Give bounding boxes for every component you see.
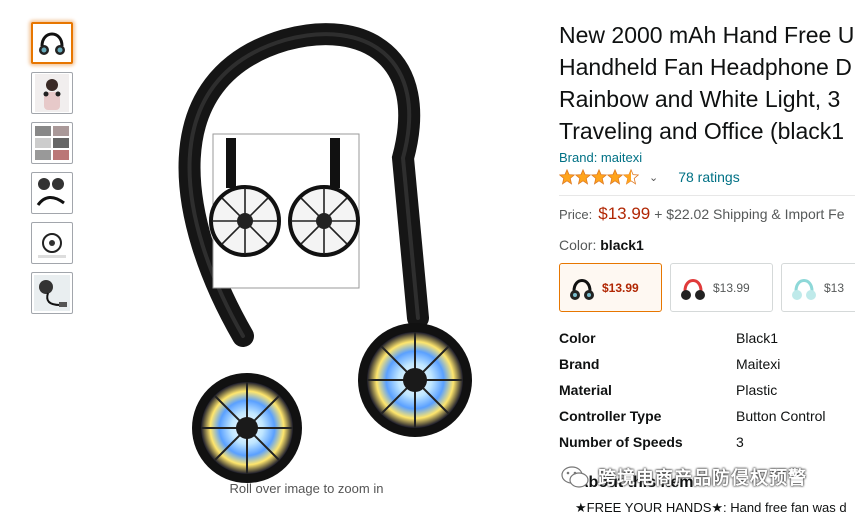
title-line: Rainbow and White Light, 3: [559, 86, 841, 112]
red-fan-swatch-icon: [681, 278, 705, 300]
spec-row: Brand Maitexi: [559, 351, 855, 377]
wechat-logo-icon: [561, 466, 589, 488]
spec-row: Color Black1: [559, 325, 855, 351]
product-title: New 2000 mAh Hand Free U Handheld Fan He…: [559, 19, 855, 147]
spec-value: 3: [736, 434, 744, 450]
price-label: Price:: [559, 207, 593, 222]
black-fan-swatch-icon: [570, 278, 594, 300]
rating-row: ⌄ 78 ratings: [559, 167, 740, 187]
swatch-price: $13.99: [713, 280, 750, 295]
product-info: New 2000 mAh Hand Free U Handheld Fan He…: [559, 0, 855, 515]
star-full-icon: [591, 169, 607, 185]
thumbnail-2[interactable]: [31, 72, 73, 114]
spec-key: Material: [559, 382, 612, 398]
swatch-price: $13.99: [602, 280, 639, 295]
title-line: Traveling and Office (black1: [559, 118, 845, 144]
spec-table: Color Black1 Brand Maitexi Material Plas…: [559, 325, 855, 455]
spec-row: Controller Type Button Control: [559, 403, 855, 429]
model-photo-thumb-icon: [35, 74, 69, 112]
star-full-icon: [607, 169, 623, 185]
thumbnail-5[interactable]: [31, 222, 73, 264]
thumbnail-6[interactable]: [31, 272, 73, 314]
spec-row: Material Plastic: [559, 377, 855, 403]
thumbnail-1[interactable]: [31, 22, 73, 64]
spec-value: Plastic: [736, 382, 778, 398]
mint-fan-swatch-icon: [792, 278, 816, 300]
thumbnail-4[interactable]: [31, 172, 73, 214]
spec-key: Brand: [559, 356, 600, 372]
usb-cable-thumb-icon: [34, 275, 70, 311]
color-swatch-black1[interactable]: $13.99: [559, 263, 662, 312]
swatch-price: $13: [824, 280, 845, 295]
main-product-image[interactable]: [135, 18, 535, 488]
brand-link[interactable]: Brand: maitexi: [559, 150, 642, 165]
thumbnail-strip: [31, 22, 75, 322]
chevron-down-icon[interactable]: ⌄: [649, 171, 658, 184]
spec-key: Controller Type: [559, 408, 662, 424]
ratings-count-link[interactable]: 78 ratings: [678, 169, 739, 185]
star-rating[interactable]: [559, 169, 639, 185]
color-swatch-red[interactable]: $13.99: [670, 263, 773, 312]
spec-key: Number of Speeds: [559, 434, 683, 450]
star-full-icon: [575, 169, 591, 185]
title-line: New 2000 mAh Hand Free U: [559, 22, 855, 48]
star-full-icon: [559, 169, 575, 185]
collage-thumb-icon: [35, 126, 69, 160]
spec-value: Maitexi: [736, 356, 781, 372]
spec-value: Black1: [736, 330, 779, 346]
color-selector-label: Color: black1: [559, 237, 644, 253]
color-swatches: $13.99 $13.99 $13: [559, 263, 855, 312]
headphone-fan-thumb-icon: [39, 32, 65, 55]
star-half-icon: [623, 169, 639, 185]
zoom-hint: Roll over image to zoom in: [229, 481, 384, 496]
divider: [559, 195, 855, 196]
spec-row: Number of Speeds 3: [559, 429, 855, 455]
shipping-text: + $22.02 Shipping & Import Fe: [654, 206, 845, 222]
about-bullet: ★FREE YOUR HANDS★: Hand free fan was d: [575, 500, 847, 515]
watermark-text: 跨境电商产品防侵权预警: [598, 468, 807, 488]
price-value: $13.99: [598, 204, 651, 223]
title-line: Handheld Fan Headphone D: [559, 54, 852, 80]
color-label: Color:: [559, 237, 597, 253]
spec-key: Color: [559, 330, 596, 346]
thumbnail-3[interactable]: [31, 122, 73, 164]
color-swatch-mint[interactable]: $13: [781, 263, 855, 312]
fan-detail-thumb-icon: [36, 178, 65, 206]
price-row: Price: $13.99 + $22.02 Shipping & Import…: [559, 204, 845, 224]
fan-closeup-thumb-icon: [38, 233, 66, 258]
watermark: 跨境电商产品防侵权预警: [560, 464, 807, 490]
selected-color: black1: [600, 237, 644, 253]
spec-value: Button Control: [736, 408, 826, 424]
